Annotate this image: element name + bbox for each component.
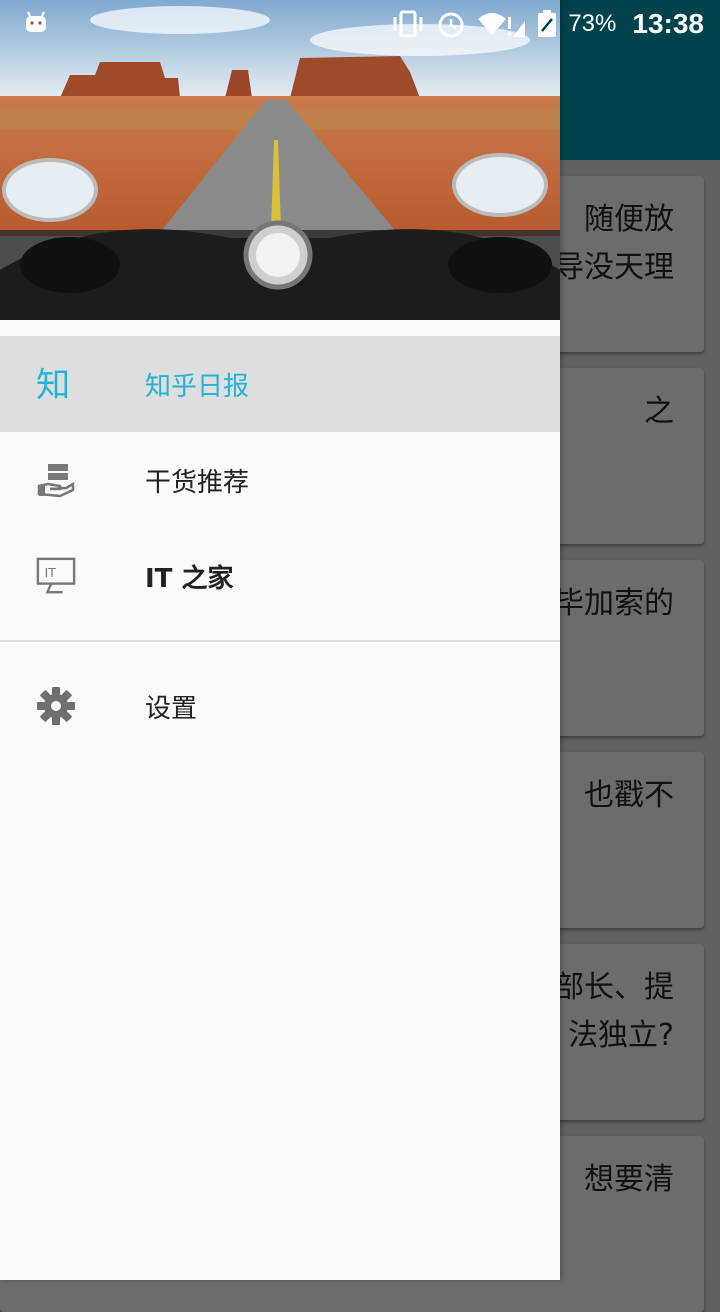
battery-percent: 73% — [568, 10, 617, 37]
zhihu-icon: 知 — [36, 364, 76, 405]
svg-text:知: 知 — [36, 365, 70, 405]
menu-item-label: 知乎日报 — [145, 371, 250, 402]
android-icon — [26, 11, 46, 32]
menu-item-recommendations[interactable]: 干货推荐 — [0, 432, 560, 528]
wifi-signal-icon — [478, 13, 526, 37]
menu-item-label: 干货推荐 — [145, 467, 250, 498]
navigation-drawer: 知 知乎日报 干货推荐 IT IT 之家 设置 — [0, 0, 560, 1280]
clock: 13:38 — [632, 8, 704, 39]
battery-icon — [538, 10, 557, 37]
gear-icon — [36, 686, 76, 726]
drawer-header-image — [0, 0, 560, 320]
menu-item-zhihu-daily[interactable]: 知 知乎日报 — [0, 336, 560, 432]
svg-text:IT: IT — [45, 566, 57, 580]
menu-divider — [0, 640, 560, 642]
menu-item-label: 设置 — [145, 693, 198, 724]
vibrate-icon — [393, 10, 423, 38]
alarm-icon — [438, 12, 464, 38]
menu-item-label: IT 之家 — [145, 563, 234, 594]
it-monitor-icon: IT — [36, 556, 76, 596]
drawer-menu: 知 知乎日报 干货推荐 IT IT 之家 设置 — [0, 336, 560, 754]
status-bar: 73% 13:38 — [0, 0, 720, 48]
menu-item-it-home[interactable]: IT IT 之家 — [0, 528, 560, 624]
server-hand-icon — [36, 460, 76, 500]
menu-item-settings[interactable]: 设置 — [0, 658, 560, 754]
